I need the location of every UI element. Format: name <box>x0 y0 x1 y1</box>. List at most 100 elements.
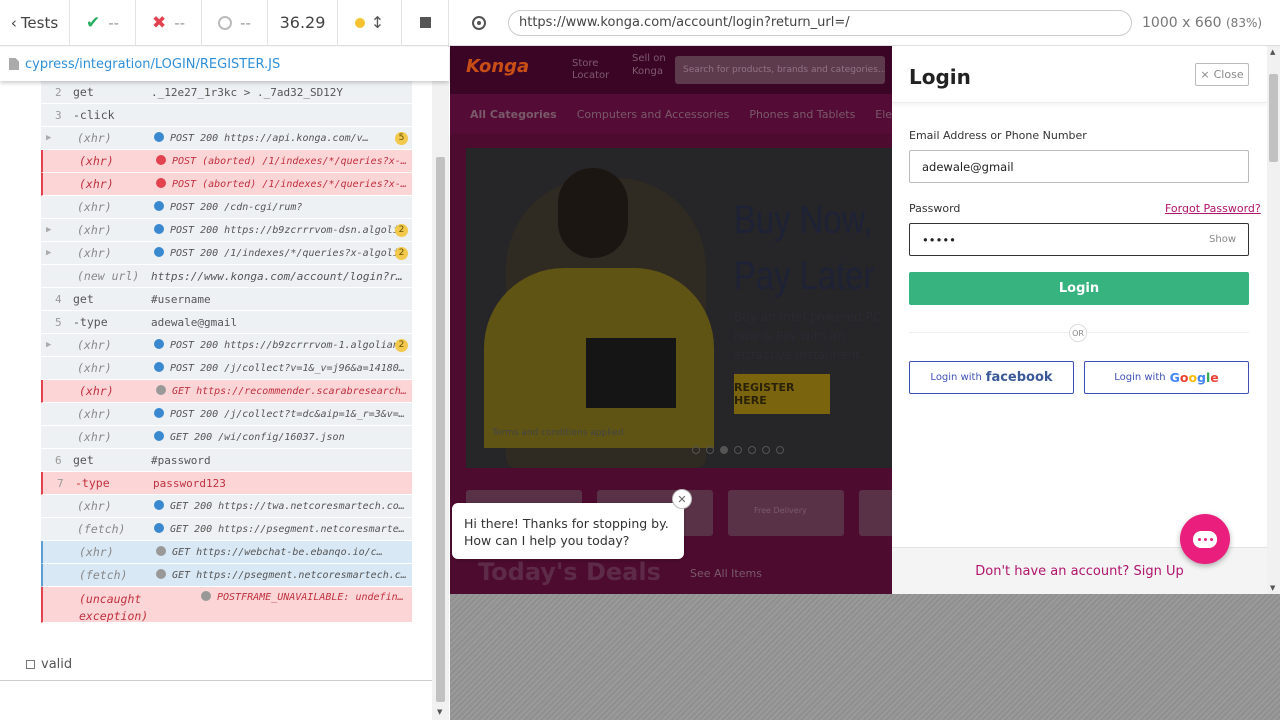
scroll-arrows-icon: ↕ <box>370 13 385 32</box>
command-number: 5 <box>55 315 62 329</box>
chat-greeting[interactable]: Hi there! Thanks for stopping by. How ca… <box>452 503 684 559</box>
request-text: POST 200 https://b9zcrrrvom-1.algolianet… <box>170 340 409 351</box>
tests-button[interactable]: ‹ Tests <box>0 0 70 46</box>
command-row[interactable]: ▶ (xhr) POST 200 https://api.konga.com/v… 5 <box>41 127 412 150</box>
request-status-dot-icon <box>154 201 164 211</box>
command-row[interactable]: ▶ (xhr) POST 200 https://b9zcrrrvom-dsn.al… <box>41 219 412 242</box>
command-row[interactable]: ▶ (xhr) POST 200 /1/indexes/*/queries?x-al… <box>41 242 412 265</box>
stop-button[interactable] <box>402 0 449 46</box>
see-all-link[interactable]: See All Items <box>690 567 762 580</box>
scroll-up-icon[interactable]: ▲ <box>1270 48 1275 56</box>
carousel-dot[interactable] <box>762 446 770 454</box>
request-status-dot-icon <box>154 408 164 418</box>
request-status-dot-icon <box>154 362 164 372</box>
viewport-size: 1000 x 660 <box>1142 14 1222 31</box>
store-locator-link[interactable]: Store Locator <box>572 58 622 82</box>
command-row[interactable]: 4 get #username <box>41 288 412 311</box>
scroll-down-icon[interactable]: ▼ <box>437 708 442 716</box>
expand-arrow-icon[interactable]: ▶ <box>46 225 51 235</box>
sell-on-konga-link[interactable]: Sell on Konga <box>632 52 668 78</box>
command-row[interactable]: (fetch) GET https://psegment.netcoresmart… <box>41 564 412 587</box>
command-row[interactable]: (xhr) POST (aborted) /1/indexes/*/queries… <box>41 150 412 173</box>
banner-subtitle: Buy an Intel powered PC now & Pay with a… <box>734 310 882 381</box>
command-row[interactable]: (xhr) GET 200 https://twa.netcoresmartech… <box>41 495 412 518</box>
command-row[interactable]: (new url) https://www.konga.com/account/l… <box>41 265 412 288</box>
carousel-dot[interactable] <box>692 446 700 454</box>
scroll-down-icon[interactable]: ▼ <box>1270 584 1275 592</box>
reporter-panel: ‹ Tests ✔ -- ✖ -- -- 36.29 ↕ cypress/int… <box>0 0 449 720</box>
scrollbar-thumb[interactable] <box>1269 74 1278 162</box>
command-row[interactable]: 7 -type password123 <box>41 472 412 495</box>
banner-title: Buy Now, Pay Later <box>734 198 875 298</box>
site-search-input[interactable]: Search for products, brands and categori… <box>675 56 885 84</box>
carousel-dot[interactable] <box>776 446 784 454</box>
register-here-button[interactable]: REGISTER HERE <box>734 374 830 414</box>
password-value: ••••• <box>922 232 956 247</box>
command-row[interactable]: (xhr) GET https://webchat-be.ebanqo.io/c… <box>41 541 412 564</box>
page-scrollbar[interactable]: ▲ ▼ <box>1267 46 1280 594</box>
close-button[interactable]: × Close <box>1195 63 1249 86</box>
expand-arrow-icon[interactable]: ▶ <box>46 248 51 258</box>
konga-logo[interactable]: Konga <box>466 56 529 77</box>
category-phones[interactable]: Phones and Tablets <box>749 108 855 121</box>
viewport-info[interactable]: 1000 x 660 (83%) <box>1142 15 1262 31</box>
command-row[interactable]: (xhr) GET https://recommender.scarabresea… <box>41 380 412 403</box>
command-row[interactable]: (fetch) GET 200 https://psegment.netcores… <box>41 518 412 541</box>
reporter-scrollbar[interactable]: ▲ ▼ <box>432 47 449 720</box>
command-row[interactable]: 2 get ._12e27_1r3kc > ._7ad32_SD12Y <box>41 81 412 104</box>
command-name: (xhr) <box>77 499 112 513</box>
carousel-dot[interactable] <box>706 446 714 454</box>
request-text: GET 200 /wi/config/16037.json <box>170 432 345 443</box>
command-name: (xhr) <box>77 246 112 260</box>
auto-scroll-toggle[interactable]: ↕ <box>338 0 402 46</box>
command-row[interactable]: (xhr) POST 200 /j/collect?t=dc&aip=1&_r=3… <box>41 403 412 426</box>
close-icon[interactable]: ✕ <box>672 489 692 509</box>
expand-arrow-icon[interactable]: ▶ <box>46 133 51 143</box>
request-text: POST 200 /1/indexes/*/queries?x-algolia-… <box>170 248 409 259</box>
carousel-dot[interactable] <box>748 446 756 454</box>
test-title[interactable]: valid <box>26 657 72 672</box>
login-google-button[interactable]: Login with Google <box>1084 361 1249 394</box>
command-log[interactable]: 2 get ._12e27_1r3kc > ._7ad32_SD12Y 3 -click… <box>0 81 432 681</box>
carousel-dot-active[interactable] <box>720 446 728 454</box>
request-text: POST (aborted) /1/indexes/*/queries?x-al… <box>172 179 411 190</box>
command-row[interactable]: (uncaught exception) POSTFRAME_UNAVAILABL… <box>41 587 412 623</box>
pending-value: -- <box>240 13 251 32</box>
promo-banner[interactable]: Buy Now, Pay Later Buy an Intel powered … <box>466 148 892 468</box>
username-field[interactable]: adewale@gmail <box>909 150 1249 183</box>
request-status-dot-icon <box>154 247 164 257</box>
request-text: GET https://recommender.scarabresearch.c… <box>172 386 411 397</box>
command-message: POST 200 /cdn-cgi/rum? <box>154 201 409 213</box>
command-name: (uncaught exception) <box>79 592 149 623</box>
forgot-password-link[interactable]: Forgot Password? <box>1165 202 1261 215</box>
command-row[interactable]: ▶ (xhr) POST 200 https://b9zcrrrvom-1.algo… <box>41 334 412 357</box>
password-field[interactable]: ••••• Show <box>909 223 1249 256</box>
category-computers[interactable]: Computers and Accessories <box>577 108 730 121</box>
command-message: password123 <box>153 476 226 490</box>
command-row[interactable]: 6 get #password <box>41 449 412 472</box>
command-row[interactable]: (xhr) POST (aborted) /1/indexes/*/queries… <box>41 173 412 196</box>
command-row[interactable]: (xhr) POST 200 /j/collect?v=1&_v=j96&a=14… <box>41 357 412 380</box>
url-bar[interactable]: https://www.konga.com/account/login?retu… <box>508 9 1132 36</box>
facebook-logo: facebook <box>985 370 1053 385</box>
command-row[interactable]: 5 -type adewale@gmail <box>41 311 412 334</box>
command-row[interactable]: (xhr) GET 200 /wi/config/16037.json <box>41 426 412 449</box>
carousel-dot[interactable] <box>734 446 742 454</box>
category-all[interactable]: All Categories <box>470 108 557 121</box>
command-name: (xhr) <box>77 361 112 375</box>
command-row[interactable]: (xhr) POST 200 /cdn-cgi/rum? <box>41 196 412 219</box>
close-label: Close <box>1213 68 1244 81</box>
login-facebook-button[interactable]: Login with facebook <box>909 361 1074 394</box>
scrollbar-thumb[interactable] <box>436 157 445 702</box>
feature-tile[interactable]: Free Delivery <box>728 490 844 536</box>
show-password-toggle[interactable]: Show <box>1209 234 1236 245</box>
selector-playground-icon[interactable] <box>472 15 486 30</box>
command-row[interactable]: 3 -click <box>41 104 412 127</box>
request-status-dot-icon <box>156 155 166 165</box>
login-button[interactable]: Login <box>909 272 1249 305</box>
spec-path-bar[interactable]: cypress/integration/LOGIN/REGISTER.JS <box>0 47 449 81</box>
count-badge: 2 <box>395 338 408 352</box>
expand-arrow-icon[interactable]: ▶ <box>46 340 51 350</box>
count-badge: 5 <box>395 131 408 145</box>
chat-launcher-button[interactable] <box>1180 514 1230 564</box>
